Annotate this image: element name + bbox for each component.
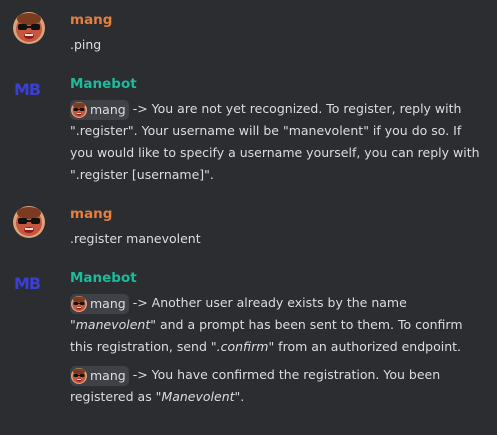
message-italic-text: .confirm	[216, 339, 269, 354]
chat-message: MB Manebot mang -> You are not yet recog…	[0, 74, 497, 186]
message-author[interactable]: Manebot	[70, 74, 483, 94]
message-content: .register manevolent	[70, 228, 483, 250]
message-line: mang -> You have confirmed the registrat…	[70, 364, 483, 408]
sunglasses-face-avatar-icon[interactable]	[13, 12, 45, 44]
message-author[interactable]: Manebot	[70, 268, 483, 288]
message-content: mang -> Another user already exists by t…	[70, 292, 483, 408]
message-content: mang -> You are not yet recognized. To r…	[70, 98, 483, 186]
message-author[interactable]: mang	[70, 204, 483, 224]
user-mention[interactable]: mang	[70, 365, 129, 386]
mention-label: mang	[90, 101, 126, 117]
bot-avatar[interactable]: MB	[14, 78, 44, 102]
sunglasses-face-avatar-icon[interactable]	[13, 206, 45, 238]
message-line: mang -> Another user already exists by t…	[70, 292, 483, 358]
message-italic-text: Manevolent	[161, 389, 235, 404]
sunglasses-face-avatar-icon	[71, 102, 87, 118]
message-text: .register manevolent	[70, 231, 201, 246]
user-mention[interactable]: mang	[70, 99, 129, 120]
user-mention[interactable]: mang	[70, 293, 129, 314]
chat-message: MB Manebot mang -> Another user already …	[0, 268, 497, 408]
chat-message: mang .ping	[0, 10, 497, 56]
message-text: " from an authorized endpoint.	[268, 339, 462, 354]
message-italic-text: manevolent	[75, 317, 151, 332]
message-text: .ping	[70, 37, 102, 52]
chat-message: mang .register manevolent	[0, 204, 497, 250]
message-content: .ping	[70, 34, 483, 56]
message-text: -> You are not yet recognized. To regist…	[70, 101, 480, 182]
sunglasses-face-avatar-icon	[71, 368, 87, 384]
mention-label: mang	[90, 367, 126, 383]
message-line: mang -> You are not yet recognized. To r…	[70, 98, 483, 186]
message-text: ".	[234, 389, 245, 404]
bot-avatar[interactable]: MB	[14, 272, 44, 296]
chat-log: mang .ping MB Manebot mang -> You are no…	[0, 0, 497, 435]
mention-label: mang	[90, 295, 126, 311]
sunglasses-face-avatar-icon	[71, 296, 87, 312]
message-author[interactable]: mang	[70, 10, 483, 30]
